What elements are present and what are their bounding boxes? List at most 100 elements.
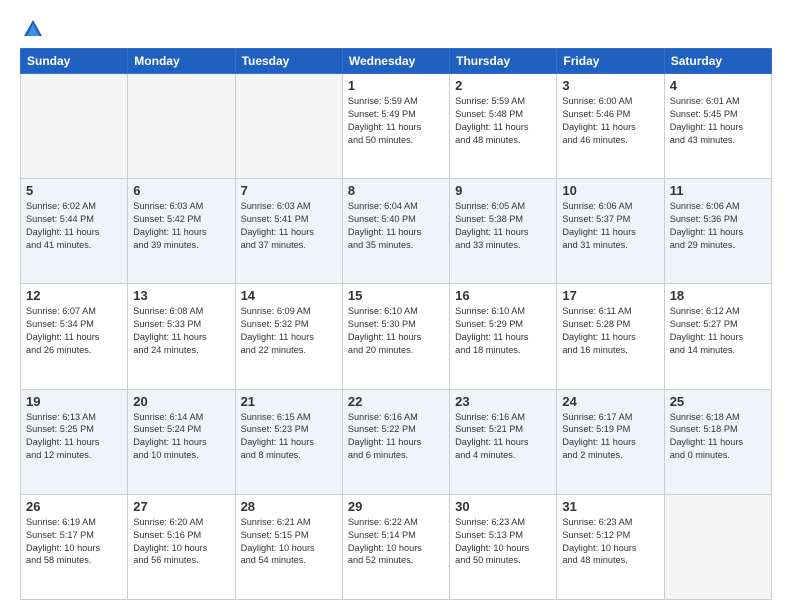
- calendar-cell: 14 Sunrise: 6:09 AM Sunset: 5:32 PM Dayli…: [235, 284, 342, 389]
- day-info: Sunrise: 6:03 AM Sunset: 5:42 PM Dayligh…: [133, 200, 229, 252]
- calendar-cell: 20Sunrise: 6:14 AM Sunset: 5:24 PM Dayli…: [128, 389, 235, 494]
- weekday-thursday: Thursday: [450, 49, 557, 74]
- calendar-cell: 6 Sunrise: 6:03 AM Sunset: 5:42 PM Daylig…: [128, 179, 235, 284]
- day-number: 17: [562, 288, 658, 303]
- calendar-cell: 18 Sunrise: 6:12 AM Sunset: 5:27 PM Dayli…: [664, 284, 771, 389]
- day-number: 14: [241, 288, 337, 303]
- day-number: 24: [562, 394, 658, 409]
- day-number: 13: [133, 288, 229, 303]
- weekday-saturday: Saturday: [664, 49, 771, 74]
- calendar-cell: 28 Sunrise: 6:21 AM Sunset: 5:15 PM Dayli…: [235, 494, 342, 599]
- day-info: Sunrise: 6:04 AM Sunset: 5:40 PM Dayligh…: [348, 200, 444, 252]
- day-number: 15: [348, 288, 444, 303]
- day-info: Sunrise: 6:07 AM Sunset: 5:34 PM Dayligh…: [26, 305, 122, 357]
- day-number: 9: [455, 183, 551, 198]
- day-info: Sunrise: 6:23 AM Sunset: 5:13 PM Dayligh…: [455, 516, 551, 568]
- day-info: Sunrise: 6:09 AM Sunset: 5:32 PM Dayligh…: [241, 305, 337, 357]
- week-row-2: 5 Sunrise: 6:02 AM Sunset: 5:44 PM Daylig…: [21, 179, 772, 284]
- calendar-cell: 5 Sunrise: 6:02 AM Sunset: 5:44 PM Daylig…: [21, 179, 128, 284]
- day-number: 2: [455, 78, 551, 93]
- day-number: 25: [670, 394, 766, 409]
- day-info: Sunrise: 6:06 AM Sunset: 5:37 PM Dayligh…: [562, 200, 658, 252]
- header: [20, 18, 772, 38]
- day-info: Sunrise: 6:05 AM Sunset: 5:38 PM Dayligh…: [455, 200, 551, 252]
- calendar-cell: 1Sunrise: 5:59 AM Sunset: 5:49 PM Daylig…: [342, 74, 449, 179]
- calendar-cell: [128, 74, 235, 179]
- day-number: 23: [455, 394, 551, 409]
- calendar-cell: [21, 74, 128, 179]
- day-info: Sunrise: 6:02 AM Sunset: 5:44 PM Dayligh…: [26, 200, 122, 252]
- day-number: 1: [348, 78, 444, 93]
- calendar-cell: 19 Sunrise: 6:13 AM Sunset: 5:25 PM Dayli…: [21, 389, 128, 494]
- day-info: Sunrise: 6:13 AM Sunset: 5:25 PM Dayligh…: [26, 411, 122, 463]
- day-number: 16: [455, 288, 551, 303]
- calendar-cell: 24 Sunrise: 6:17 AM Sunset: 5:19 PM Dayli…: [557, 389, 664, 494]
- day-number: 4: [670, 78, 766, 93]
- calendar-cell: 11Sunrise: 6:06 AM Sunset: 5:36 PM Dayli…: [664, 179, 771, 284]
- day-number: 27: [133, 499, 229, 514]
- day-number: 5: [26, 183, 122, 198]
- day-info: Sunrise: 6:18 AM Sunset: 5:18 PM Dayligh…: [670, 411, 766, 463]
- day-number: 21: [241, 394, 337, 409]
- week-row-5: 26 Sunrise: 6:19 AM Sunset: 5:17 PM Dayli…: [21, 494, 772, 599]
- calendar-cell: 29 Sunrise: 6:22 AM Sunset: 5:14 PM Dayli…: [342, 494, 449, 599]
- calendar-cell: 10Sunrise: 6:06 AM Sunset: 5:37 PM Dayli…: [557, 179, 664, 284]
- day-info: Sunrise: 6:08 AM Sunset: 5:33 PM Dayligh…: [133, 305, 229, 357]
- calendar-cell: [664, 494, 771, 599]
- day-number: 29: [348, 499, 444, 514]
- calendar-cell: 23 Sunrise: 6:16 AM Sunset: 5:21 PM Dayli…: [450, 389, 557, 494]
- weekday-friday: Friday: [557, 49, 664, 74]
- day-number: 31: [562, 499, 658, 514]
- day-info: Sunrise: 6:19 AM Sunset: 5:17 PM Dayligh…: [26, 516, 122, 568]
- day-number: 19: [26, 394, 122, 409]
- calendar-cell: 26 Sunrise: 6:19 AM Sunset: 5:17 PM Dayli…: [21, 494, 128, 599]
- day-number: 26: [26, 499, 122, 514]
- day-info: Sunrise: 6:20 AM Sunset: 5:16 PM Dayligh…: [133, 516, 229, 568]
- weekday-sunday: Sunday: [21, 49, 128, 74]
- calendar-cell: 30 Sunrise: 6:23 AM Sunset: 5:13 PM Dayli…: [450, 494, 557, 599]
- weekday-tuesday: Tuesday: [235, 49, 342, 74]
- calendar-cell: 4 Sunrise: 6:01 AM Sunset: 5:45 PM Daylig…: [664, 74, 771, 179]
- day-info: Sunrise: 6:11 AM Sunset: 5:28 PM Dayligh…: [562, 305, 658, 357]
- calendar-cell: 22Sunrise: 6:16 AM Sunset: 5:22 PM Dayli…: [342, 389, 449, 494]
- day-number: 3: [562, 78, 658, 93]
- day-number: 6: [133, 183, 229, 198]
- day-number: 11: [670, 183, 766, 198]
- calendar-cell: 15 Sunrise: 6:10 AM Sunset: 5:30 PM Dayli…: [342, 284, 449, 389]
- weekday-wednesday: Wednesday: [342, 49, 449, 74]
- day-info: Sunrise: 6:21 AM Sunset: 5:15 PM Dayligh…: [241, 516, 337, 568]
- calendar-cell: 13 Sunrise: 6:08 AM Sunset: 5:33 PM Dayli…: [128, 284, 235, 389]
- calendar-cell: 3Sunrise: 6:00 AM Sunset: 5:46 PM Daylig…: [557, 74, 664, 179]
- day-info: Sunrise: 6:16 AM Sunset: 5:21 PM Dayligh…: [455, 411, 551, 463]
- day-info: Sunrise: 6:22 AM Sunset: 5:14 PM Dayligh…: [348, 516, 444, 568]
- week-row-3: 12 Sunrise: 6:07 AM Sunset: 5:34 PM Dayli…: [21, 284, 772, 389]
- day-number: 28: [241, 499, 337, 514]
- day-number: 22: [348, 394, 444, 409]
- day-number: 18: [670, 288, 766, 303]
- calendar-cell: 8 Sunrise: 6:04 AM Sunset: 5:40 PM Daylig…: [342, 179, 449, 284]
- calendar-cell: 16Sunrise: 6:10 AM Sunset: 5:29 PM Dayli…: [450, 284, 557, 389]
- calendar-cell: 7Sunrise: 6:03 AM Sunset: 5:41 PM Daylig…: [235, 179, 342, 284]
- day-info: Sunrise: 6:01 AM Sunset: 5:45 PM Dayligh…: [670, 95, 766, 147]
- day-number: 12: [26, 288, 122, 303]
- calendar-cell: 21 Sunrise: 6:15 AM Sunset: 5:23 PM Dayli…: [235, 389, 342, 494]
- week-row-1: 1Sunrise: 5:59 AM Sunset: 5:49 PM Daylig…: [21, 74, 772, 179]
- day-info: Sunrise: 6:12 AM Sunset: 5:27 PM Dayligh…: [670, 305, 766, 357]
- logo: [20, 18, 44, 38]
- day-info: Sunrise: 6:03 AM Sunset: 5:41 PM Dayligh…: [241, 200, 337, 252]
- page: SundayMondayTuesdayWednesdayThursdayFrid…: [0, 0, 792, 612]
- day-number: 20: [133, 394, 229, 409]
- weekday-monday: Monday: [128, 49, 235, 74]
- day-info: Sunrise: 6:10 AM Sunset: 5:30 PM Dayligh…: [348, 305, 444, 357]
- day-info: Sunrise: 6:23 AM Sunset: 5:12 PM Dayligh…: [562, 516, 658, 568]
- calendar: SundayMondayTuesdayWednesdayThursdayFrid…: [20, 48, 772, 600]
- calendar-cell: 31 Sunrise: 6:23 AM Sunset: 5:12 PM Dayli…: [557, 494, 664, 599]
- day-number: 8: [348, 183, 444, 198]
- calendar-cell: [235, 74, 342, 179]
- calendar-cell: 2Sunrise: 5:59 AM Sunset: 5:48 PM Daylig…: [450, 74, 557, 179]
- day-info: Sunrise: 6:15 AM Sunset: 5:23 PM Dayligh…: [241, 411, 337, 463]
- day-number: 30: [455, 499, 551, 514]
- calendar-cell: 12 Sunrise: 6:07 AM Sunset: 5:34 PM Dayli…: [21, 284, 128, 389]
- calendar-cell: 27 Sunrise: 6:20 AM Sunset: 5:16 PM Dayli…: [128, 494, 235, 599]
- day-info: Sunrise: 6:17 AM Sunset: 5:19 PM Dayligh…: [562, 411, 658, 463]
